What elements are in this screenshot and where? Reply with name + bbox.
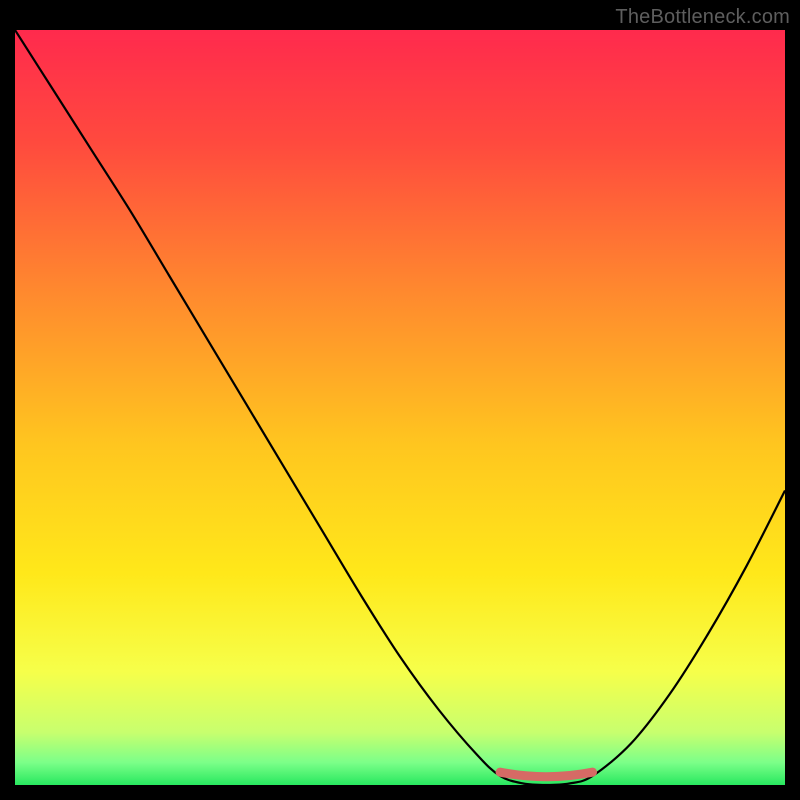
optimal-zone-marker <box>500 772 592 777</box>
chart-svg <box>15 30 785 785</box>
watermark-text: TheBottleneck.com <box>615 6 790 29</box>
chart-stage: TheBottleneck.com <box>0 0 800 800</box>
gradient-background <box>15 30 785 785</box>
bottleneck-chart <box>15 30 785 785</box>
